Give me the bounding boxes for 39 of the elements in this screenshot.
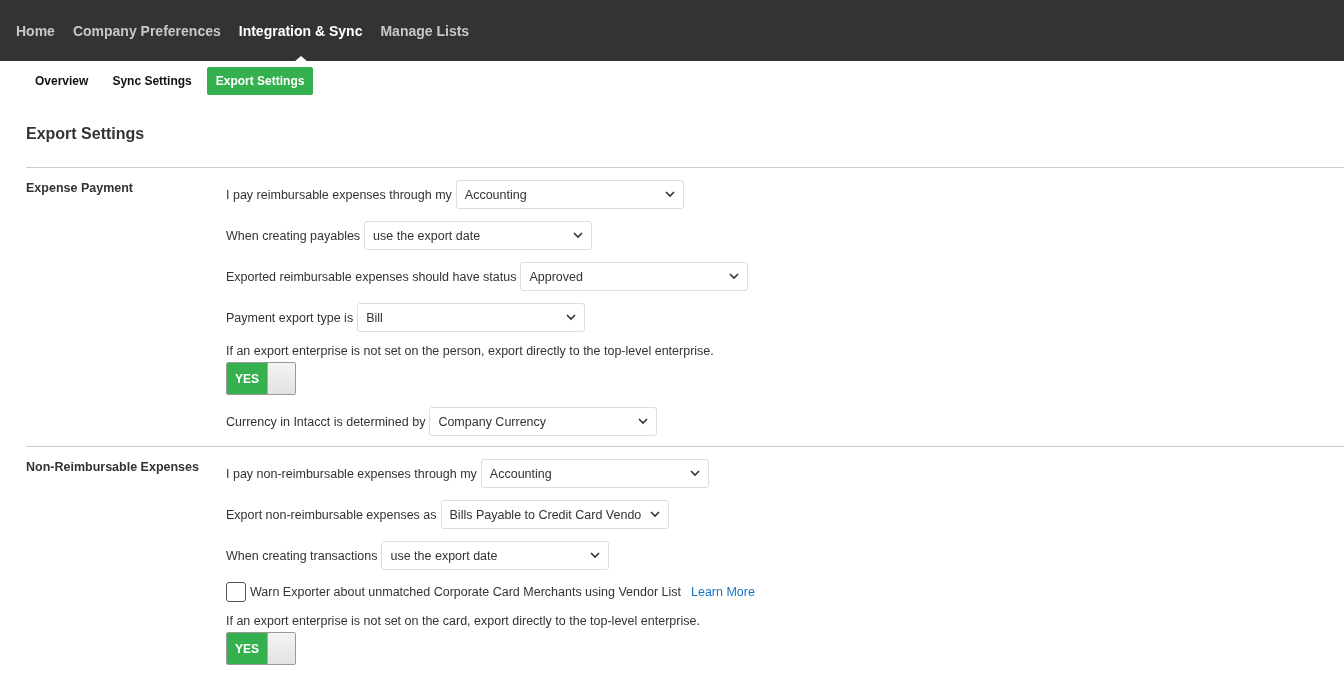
dropdown-select[interactable]: Accounting bbox=[480, 459, 709, 488]
sub-tab[interactable]: Overview bbox=[26, 67, 98, 95]
field-label: I pay non-reimbursable expenses through my bbox=[226, 466, 477, 481]
section-title: Expense Payment bbox=[26, 180, 134, 197]
field-label: When creating payables bbox=[226, 228, 361, 243]
page-title: Export Settings bbox=[25, 124, 146, 144]
dropdown-select[interactable]: Bill bbox=[357, 303, 586, 332]
dropdown-select[interactable]: Accounting bbox=[455, 180, 684, 209]
chevron-down-icon bbox=[590, 552, 601, 559]
field-label: If an export enterprise is not set on the card, export directly to the top-level enterprise. bbox=[226, 614, 701, 628]
field-label: I pay reimbursable expenses through my bbox=[226, 187, 452, 202]
chevron-down-icon bbox=[566, 314, 577, 321]
dropdown-select[interactable]: Company Currency bbox=[429, 407, 658, 436]
nav-tab[interactable]: Home bbox=[16, 18, 55, 43]
field-label: Currency in Intacct is determined by bbox=[226, 414, 426, 429]
field-label: When creating transactions bbox=[226, 548, 378, 563]
checkbox-label: Warn Exporter about unmatched Corporate Card Merchants using Vendor List bbox=[250, 585, 681, 599]
sub-tab[interactable]: Sync Settings bbox=[103, 67, 201, 95]
dropdown-select[interactable]: Bills Payable to Credit Card Vendo bbox=[440, 500, 669, 529]
nav-tab[interactable]: Manage Lists bbox=[380, 18, 470, 43]
dropdown-select[interactable]: Approved bbox=[520, 262, 749, 291]
learn-more-link[interactable]: Learn More bbox=[691, 585, 755, 599]
pointer-notch-icon bbox=[293, 55, 308, 62]
dropdown-select[interactable]: use the export date bbox=[381, 541, 610, 570]
checkbox[interactable] bbox=[226, 582, 246, 602]
field-label: Payment export type is bbox=[226, 310, 354, 325]
nav-tab[interactable]: Company Preferences bbox=[72, 18, 221, 43]
field-label: Export non-reimbursable expenses as bbox=[226, 507, 437, 522]
section-title: Non-Reimbursable Expenses bbox=[26, 459, 200, 476]
field-label: Exported reimbursable expenses should have status bbox=[226, 269, 517, 284]
nav-tab[interactable]: Integration & Sync bbox=[238, 18, 363, 43]
chevron-down-icon bbox=[729, 273, 740, 280]
dropdown-select[interactable]: use the export date bbox=[364, 221, 593, 250]
chevron-down-icon bbox=[649, 511, 660, 518]
chevron-down-icon bbox=[664, 191, 675, 198]
chevron-down-icon bbox=[573, 232, 584, 239]
chevron-down-icon bbox=[638, 418, 649, 425]
chevron-down-icon bbox=[689, 470, 700, 477]
field-label: If an export enterprise is not set on the person, export directly to the top-level enterprise. bbox=[226, 344, 715, 358]
